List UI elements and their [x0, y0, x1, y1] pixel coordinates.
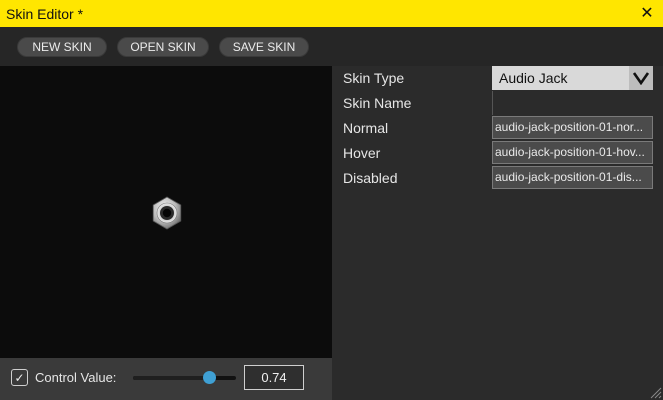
control-value-label: Control Value:	[35, 370, 117, 385]
control-value-input[interactable]: 0.74	[244, 365, 304, 390]
hover-row: Hover audio-jack-position-01-hov...	[332, 141, 663, 166]
skin-name-row: Skin Name	[332, 91, 663, 116]
normal-label: Normal	[343, 120, 389, 136]
window-title: Skin Editor *	[6, 5, 84, 22]
save-skin-button[interactable]: SAVE SKIN	[219, 36, 309, 57]
slider-fill	[133, 376, 210, 380]
skin-type-value: Audio Jack	[499, 70, 568, 86]
skin-type-label: Skin Type	[343, 70, 405, 86]
skin-name-field[interactable]	[492, 91, 653, 115]
resize-grip-icon[interactable]	[648, 385, 662, 399]
disabled-row: Disabled audio-jack-position-01-dis...	[332, 166, 663, 191]
checkmark-icon: ✓	[14, 370, 25, 385]
title-bar: Skin Editor * ✕	[0, 0, 663, 27]
normal-row: Normal audio-jack-position-01-nor...	[332, 116, 663, 141]
open-skin-button[interactable]: OPEN SKIN	[117, 36, 209, 57]
hover-label: Hover	[343, 145, 381, 161]
control-value-bar: ✓ Control Value: 0.74	[0, 358, 332, 400]
close-icon[interactable]: ✕	[639, 5, 655, 22]
disabled-image-field[interactable]: audio-jack-position-01-dis...	[492, 166, 653, 189]
control-value-slider[interactable]	[133, 371, 236, 384]
control-value-checkbox[interactable]: ✓	[11, 369, 28, 386]
toolbar: NEW SKIN OPEN SKIN SAVE SKIN	[0, 27, 663, 66]
skin-preview-canvas	[0, 66, 332, 358]
new-skin-button[interactable]: NEW SKIN	[17, 36, 107, 57]
skin-type-dropdown[interactable]: Audio Jack	[492, 66, 653, 90]
slider-thumb[interactable]	[203, 371, 217, 384]
skin-name-label: Skin Name	[343, 95, 412, 111]
skin-properties-panel: Skin Type Audio Jack Skin Name Normal au…	[332, 66, 663, 400]
chevron-down-icon[interactable]	[629, 66, 653, 90]
normal-image-field[interactable]: audio-jack-position-01-nor...	[492, 116, 653, 139]
hover-image-field[interactable]: audio-jack-position-01-hov...	[492, 141, 653, 164]
skin-type-row: Skin Type Audio Jack	[332, 66, 663, 91]
disabled-label: Disabled	[343, 170, 398, 186]
audio-jack-icon[interactable]	[150, 196, 184, 230]
